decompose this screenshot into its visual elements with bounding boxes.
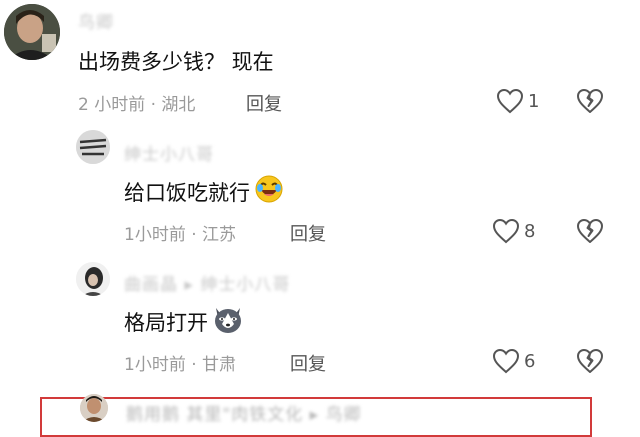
avatar[interactable] xyxy=(76,130,110,164)
comment-meta: 2 小时前 · 湖北 xyxy=(78,95,196,115)
like-count: 8 xyxy=(524,220,536,242)
avatar[interactable] xyxy=(76,262,110,296)
avatar[interactable] xyxy=(80,394,108,422)
like-button[interactable]: 6 xyxy=(492,348,535,374)
reply-button[interactable]: 回复 xyxy=(290,350,326,376)
broken-heart-icon xyxy=(576,348,604,374)
heart-icon xyxy=(492,218,520,244)
reply-button[interactable]: 回复 xyxy=(290,220,326,246)
heart-icon xyxy=(492,348,520,374)
avatar[interactable] xyxy=(4,4,60,60)
comment-item: 鸟卿 出场费多少钱？ 现在 2 小时前 · 湖北 回复 1 xyxy=(0,0,640,120)
comment-text: 出场费多少钱？ 现在 xyxy=(78,50,274,74)
dislike-button[interactable] xyxy=(576,218,604,244)
avatar-image xyxy=(4,4,60,60)
avatar-image xyxy=(80,394,108,422)
laughing-emoji-icon xyxy=(254,174,284,209)
like-button[interactable]: 1 xyxy=(496,88,539,114)
comment-text-row: 给口饭吃就行 xyxy=(124,174,284,209)
avatar-image xyxy=(76,130,110,164)
comment-text: 格局打开 xyxy=(124,310,208,335)
reply-button[interactable]: 回复 xyxy=(246,90,282,116)
comment-text: 给口饭吃就行 xyxy=(124,180,250,205)
comment-meta: 1小时前 · 甘肃 xyxy=(124,355,237,375)
username[interactable]: 鸟卿 xyxy=(78,8,114,33)
broken-heart-icon xyxy=(576,218,604,244)
username[interactable]: 绅士小八哥 xyxy=(124,140,214,165)
username[interactable]: 曲画晶 ▸ 绅士小八哥 xyxy=(124,270,290,295)
like-count: 1 xyxy=(528,90,540,112)
username[interactable]: 鹅用鹅 其里"肉铁文化 ▸ 鸟卿 xyxy=(126,400,362,425)
husky-dog-emoji-icon xyxy=(212,304,244,339)
dislike-button[interactable] xyxy=(576,88,604,114)
comment-text-row: 格局打开 xyxy=(124,304,244,339)
reply-item: 曲画晶 ▸ 绅士小八哥 格局打开 1小时前 · 甘肃 回复 6 xyxy=(0,262,640,382)
like-button[interactable]: 8 xyxy=(492,218,535,244)
heart-icon xyxy=(496,88,524,114)
broken-heart-icon xyxy=(576,88,604,114)
reply-item: 鹅用鹅 其里"肉铁文化 ▸ 鸟卿 xyxy=(0,394,640,428)
comment-meta: 1小时前 · 江苏 xyxy=(124,225,237,245)
avatar-image xyxy=(76,262,110,296)
reply-item: 绅士小八哥 给口饭吃就行 1小时前 · 江苏 回复 8 xyxy=(0,130,640,250)
like-count: 6 xyxy=(524,350,536,372)
dislike-button[interactable] xyxy=(576,348,604,374)
